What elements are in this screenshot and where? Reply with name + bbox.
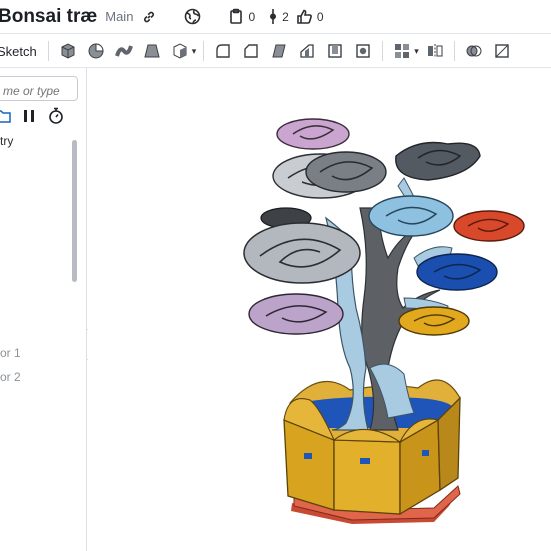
versions-count: 2 (282, 9, 289, 24)
pad-pink-top (276, 118, 350, 150)
chamfer-icon[interactable] (240, 40, 262, 62)
pad-blue (416, 253, 498, 291)
version-icon[interactable] (268, 8, 278, 25)
branch-name[interactable]: Main (105, 9, 133, 24)
tree-item-geometry[interactable]: try (0, 134, 13, 148)
document-title[interactable]: Bonsai træ (0, 6, 97, 28)
bonsai-model[interactable] (88, 68, 551, 551)
loft-icon[interactable] (141, 40, 163, 62)
extrude-icon[interactable] (57, 40, 79, 62)
toolbar-divider (453, 41, 455, 61)
pad-silver-large (243, 222, 361, 284)
pad-gray-center (305, 151, 387, 193)
thumbs-up-icon[interactable] (296, 8, 313, 25)
boolean-icon[interactable] (463, 40, 485, 62)
mirror-icon[interactable] (424, 40, 446, 62)
pad-mauve (248, 293, 344, 335)
likes-count: 0 (316, 9, 324, 24)
toolbar-divider (382, 41, 384, 61)
chevron-down-icon[interactable]: ▾ (414, 46, 419, 57)
revolve-icon[interactable] (85, 40, 107, 62)
title-bar: Bonsai træ Main 0 2 0 (0, 0, 551, 34)
scrollbar[interactable] (72, 140, 77, 282)
toolbar-divider (203, 41, 205, 61)
filter-input[interactable] (0, 76, 78, 101)
pad-dark-top-right (395, 141, 481, 181)
graphics-viewport[interactable] (88, 68, 551, 551)
toolbar-divider (47, 41, 49, 61)
pad-yellow (398, 306, 470, 336)
draft-icon[interactable] (268, 40, 290, 62)
feature-list-panel: try or 1 or 2 (0, 68, 87, 551)
feature-controls (0, 107, 64, 129)
chevron-down-icon[interactable]: ▾ (192, 46, 197, 57)
folder-add-icon[interactable] (0, 108, 12, 129)
fillet-icon[interactable] (212, 40, 234, 62)
hole-icon[interactable] (352, 40, 374, 62)
rib-icon[interactable] (296, 40, 318, 62)
pattern-icon[interactable] (391, 40, 413, 62)
copies-count: 0 (248, 9, 256, 24)
sweep-icon[interactable] (113, 40, 135, 62)
link-icon[interactable] (142, 10, 156, 24)
tree-item-connector-1[interactable]: or 1 (0, 346, 21, 360)
shell-icon[interactable] (324, 40, 346, 62)
feature-toolbar: Sketch ▾ ▾ (0, 35, 551, 68)
tree-item-connector-2[interactable]: or 2 (0, 370, 21, 384)
clipboard-icon[interactable] (228, 8, 244, 25)
sketch-button[interactable]: Sketch (0, 44, 43, 59)
pause-icon[interactable] (22, 109, 36, 128)
globe-icon[interactable] (184, 8, 201, 25)
split-icon[interactable] (491, 40, 513, 62)
pad-red (453, 210, 525, 242)
pad-light-blue (368, 195, 454, 237)
stopwatch-icon[interactable] (48, 107, 64, 129)
thicken-icon[interactable] (169, 40, 191, 62)
